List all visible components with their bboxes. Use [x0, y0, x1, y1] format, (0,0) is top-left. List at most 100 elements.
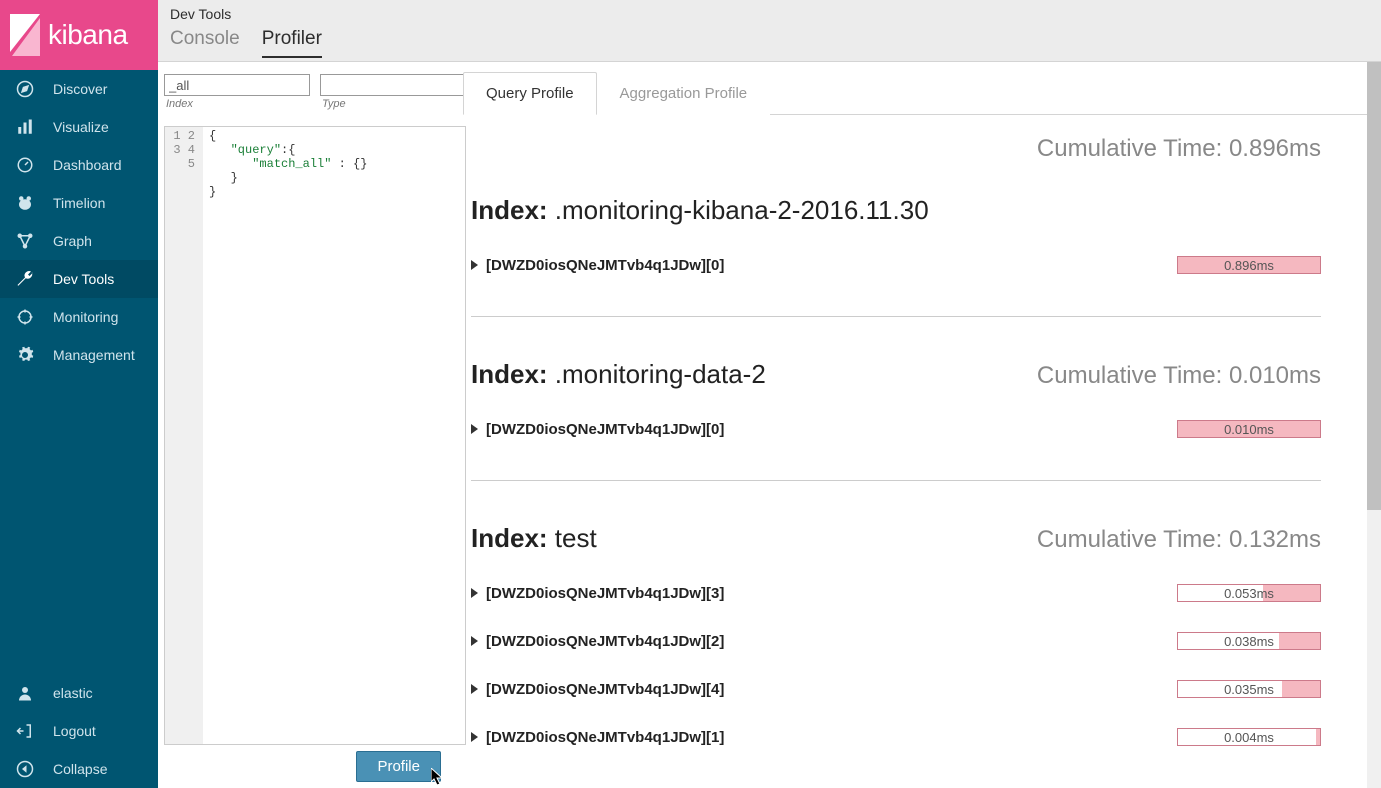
shard-name-text: [DWZD0iosQNeJMTvb4q1JDw][0] [486, 257, 724, 274]
tab-profiler[interactable]: Profiler [262, 28, 322, 58]
time-bar: 0.038ms [1177, 632, 1321, 650]
sidebar-item-visualize[interactable]: Visualize [0, 108, 158, 146]
sidebar-item-label: Monitoring [53, 309, 118, 325]
chevron-right-icon [471, 260, 478, 270]
sidebar-item-collapse[interactable]: Collapse [0, 750, 158, 788]
sidebar-item-management[interactable]: Management [0, 336, 158, 374]
index-title: Index: test [471, 523, 597, 554]
header: Dev Tools Console Profiler [158, 0, 1381, 62]
index-title: Index: .monitoring-data-2 [471, 359, 766, 390]
sidebar-item-dev-tools[interactable]: Dev Tools [0, 260, 158, 298]
time-bar: 0.035ms [1177, 680, 1321, 698]
divider [471, 480, 1321, 481]
header-tabs: Console Profiler [170, 28, 1369, 58]
inputs-row: Index Type [164, 74, 463, 110]
chevron-right-icon [471, 732, 478, 742]
chevron-right-icon [471, 424, 478, 434]
shard-row[interactable]: [DWZD0iosQNeJMTvb4q1JDw][4] 0.035ms [471, 680, 1321, 698]
gear-icon [15, 345, 35, 365]
user-icon [15, 683, 35, 703]
sidebar-item-label: Logout [53, 723, 96, 739]
time-text: 0.035ms [1224, 682, 1274, 697]
sidebar-item-label: Collapse [53, 761, 107, 777]
divider [471, 316, 1321, 317]
compass-icon [15, 79, 35, 99]
sidebar-item-label: Discover [53, 81, 107, 97]
shard-name-text: [DWZD0iosQNeJMTvb4q1JDw][4] [486, 681, 724, 698]
tab-query-profile[interactable]: Query Profile [463, 72, 597, 115]
index-input-label: Index [164, 98, 310, 110]
query-editor[interactable]: 1 2 3 4 5 { "query":{ "match_all" : {} }… [164, 126, 466, 745]
shard-row[interactable]: [DWZD0iosQNeJMTvb4q1JDw][0] 0.896ms [471, 256, 1321, 274]
sidebar-item-dashboard[interactable]: Dashboard [0, 146, 158, 184]
sidebar-item-label: Graph [53, 233, 92, 249]
type-input[interactable] [320, 74, 466, 96]
gauge-icon [15, 155, 35, 175]
tab-aggregation-profile[interactable]: Aggregation Profile [597, 72, 771, 115]
cumulative-time: Cumulative Time: 0.010ms [1037, 362, 1321, 390]
time-text: 0.038ms [1224, 634, 1274, 649]
index-block: Index: test Cumulative Time: 0.132ms [DWZD… [471, 523, 1321, 746]
tab-console[interactable]: Console [170, 28, 240, 58]
sidebar-item-label: Dev Tools [53, 271, 114, 287]
sidebar-item-label: Visualize [53, 119, 109, 135]
index-block: Index: .monitoring-kibana-2-2016.11.30 [D… [471, 195, 1321, 274]
sidebar-item-label: elastic [53, 685, 93, 701]
chevron-right-icon [471, 684, 478, 694]
index-title: Index: .monitoring-kibana-2-2016.11.30 [471, 195, 929, 226]
cumulative-time: Cumulative Time: 0.132ms [1037, 526, 1321, 554]
main: Dev Tools Console Profiler Index Type 1 … [158, 0, 1381, 788]
nav-bottom: elastic Logout Collapse [0, 674, 158, 788]
shard-name-text: [DWZD0iosQNeJMTvb4q1JDw][1] [486, 729, 724, 746]
shard-row[interactable]: [DWZD0iosQNeJMTvb4q1JDw][0] 0.010ms [471, 420, 1321, 438]
result-tabs: Query Profile Aggregation Profile [463, 72, 1381, 115]
sidebar-item-label: Timelion [53, 195, 105, 211]
sidebar-item-elastic[interactable]: elastic [0, 674, 158, 712]
index-input[interactable] [164, 74, 310, 96]
time-text: 0.010ms [1224, 422, 1274, 437]
results-body: Cumulative Time: 0.896ms Index: .monitor… [463, 115, 1381, 746]
content: Index Type 1 2 3 4 5 { "query":{ "match_… [158, 62, 1381, 788]
logout-icon [15, 721, 35, 741]
time-text: 0.896ms [1224, 258, 1274, 273]
time-bar: 0.004ms [1177, 728, 1321, 746]
cumulative-time-main: Cumulative Time: 0.896ms [471, 135, 1321, 163]
logo-bar: kibana [0, 0, 158, 70]
sidebar-item-timelion[interactable]: Timelion [0, 184, 158, 222]
bear-icon [15, 193, 35, 213]
kibana-logo-icon [10, 14, 40, 56]
bar-chart-icon [15, 117, 35, 137]
brand-text: kibana [48, 19, 128, 51]
scrollbar-thumb[interactable] [1367, 62, 1381, 510]
page-title: Dev Tools [170, 6, 1369, 22]
sidebar: kibana Discover Visualize Dashboard Timelio… [0, 0, 158, 788]
type-input-label: Type [320, 98, 466, 110]
time-bar: 0.053ms [1177, 584, 1321, 602]
shard-row[interactable]: [DWZD0iosQNeJMTvb4q1JDw][3] 0.053ms [471, 584, 1321, 602]
sidebar-item-discover[interactable]: Discover [0, 70, 158, 108]
sidebar-item-label: Dashboard [53, 157, 122, 173]
editor-gutter: 1 2 3 4 5 [165, 127, 203, 744]
time-bar: 0.010ms [1177, 420, 1321, 438]
sidebar-item-label: Management [53, 347, 135, 363]
scrollbar-track[interactable] [1367, 62, 1381, 788]
graph-icon [15, 231, 35, 251]
collapse-icon [15, 759, 35, 779]
editor-code[interactable]: { "query":{ "match_all" : {} } } [203, 127, 465, 744]
crosshair-icon [15, 307, 35, 327]
chevron-right-icon [471, 636, 478, 646]
sidebar-item-logout[interactable]: Logout [0, 712, 158, 750]
left-pane: Index Type 1 2 3 4 5 { "query":{ "match_… [158, 62, 463, 788]
time-text: 0.053ms [1224, 586, 1274, 601]
shard-row[interactable]: [DWZD0iosQNeJMTvb4q1JDw][2] 0.038ms [471, 632, 1321, 650]
profile-button[interactable]: Profile [356, 751, 441, 782]
sidebar-item-graph[interactable]: Graph [0, 222, 158, 260]
sidebar-item-monitoring[interactable]: Monitoring [0, 298, 158, 336]
shard-name-text: [DWZD0iosQNeJMTvb4q1JDw][0] [486, 421, 724, 438]
index-block: Index: .monitoring-data-2 Cumulative Time… [471, 359, 1321, 438]
chevron-right-icon [471, 588, 478, 598]
shard-name-text: [DWZD0iosQNeJMTvb4q1JDw][2] [486, 633, 724, 650]
shard-name-text: [DWZD0iosQNeJMTvb4q1JDw][3] [486, 585, 724, 602]
wrench-icon [15, 269, 35, 289]
shard-row[interactable]: [DWZD0iosQNeJMTvb4q1JDw][1] 0.004ms [471, 728, 1321, 746]
